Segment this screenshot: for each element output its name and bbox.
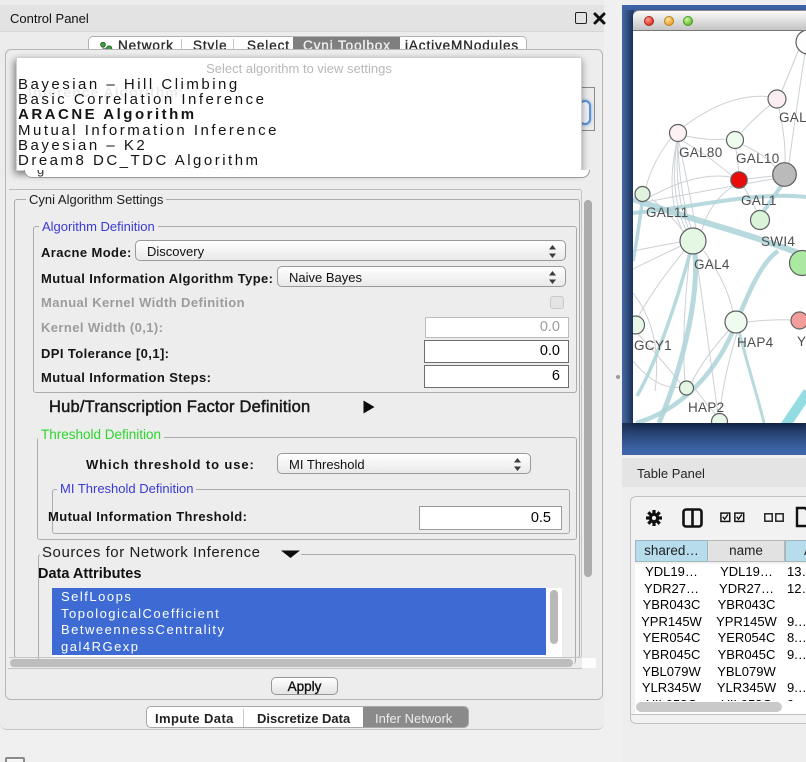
svg-text:HAP4: HAP4 bbox=[737, 335, 774, 350]
svg-text:GAL2: GAL2 bbox=[779, 110, 806, 125]
svg-text:GAL11: GAL11 bbox=[646, 205, 689, 220]
svg-text:Y: Y bbox=[797, 334, 806, 349]
svg-text:GAL80: GAL80 bbox=[679, 145, 723, 160]
svg-text:GAL1: GAL1 bbox=[741, 193, 777, 208]
svg-text:HAP2: HAP2 bbox=[688, 400, 724, 415]
svg-text:GCY1: GCY1 bbox=[634, 338, 672, 353]
svg-text:SWI4: SWI4 bbox=[761, 234, 795, 249]
svg-text:GAL10: GAL10 bbox=[736, 151, 780, 166]
svg-text:GAL4: GAL4 bbox=[694, 257, 730, 272]
